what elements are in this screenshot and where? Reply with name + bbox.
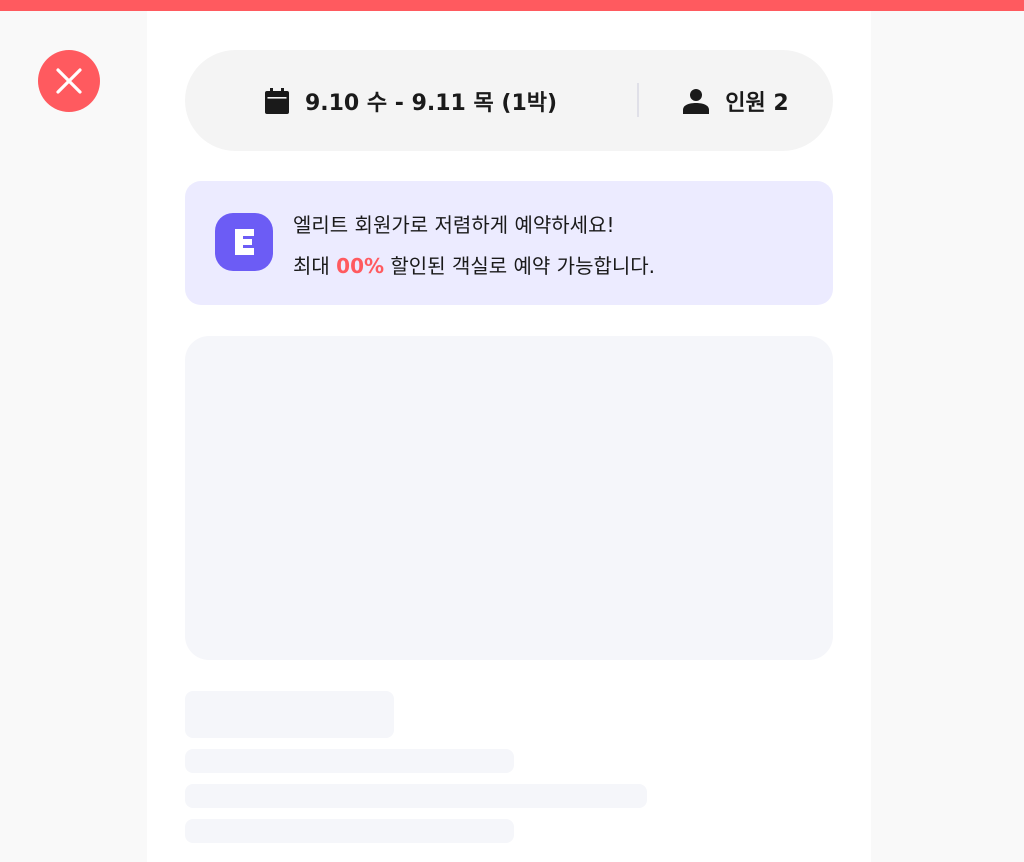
content-panel: 9.10 수 - 9.11 목 (1박) 인원 2 엘리트 회원가로 저렴하게 … [147, 11, 871, 862]
calendar-icon [264, 87, 289, 114]
promo-headline: 엘리트 회원가로 저렴하게 예약하세요! [293, 213, 615, 237]
close-icon [56, 68, 82, 94]
skeleton-title-placeholder [185, 691, 394, 738]
promo-subtext-suffix: 할인된 객실로 예약 가능합니다. [384, 254, 656, 278]
skeleton-text-line [185, 819, 514, 843]
skeleton-text-line [185, 784, 647, 808]
promo-subtext: 최대 00% 할인된 객실로 예약 가능합니다. [293, 250, 655, 279]
skeleton-text-line [185, 749, 514, 773]
person-icon [683, 88, 710, 114]
elite-logo-icon [215, 213, 273, 275]
top-accent-bar [0, 0, 1024, 11]
search-summary-bar: 9.10 수 - 9.11 목 (1박) 인원 2 [185, 50, 833, 151]
promo-subtext-prefix: 최대 [293, 254, 337, 278]
elite-promo-banner[interactable]: 엘리트 회원가로 저렴하게 예약하세요! 최대 00% 할인된 객실로 예약 가… [185, 181, 833, 305]
guest-selector[interactable]: 인원 2 [639, 50, 833, 151]
skeleton-image-placeholder [185, 336, 833, 660]
guest-count-text: 인원 2 [725, 90, 789, 116]
date-range-text: 9.10 수 - 9.11 목 (1박) [304, 90, 558, 116]
date-selector[interactable]: 9.10 수 - 9.11 목 (1박) [185, 50, 637, 151]
close-button[interactable] [38, 50, 100, 112]
discount-percent: 00% [336, 254, 385, 278]
